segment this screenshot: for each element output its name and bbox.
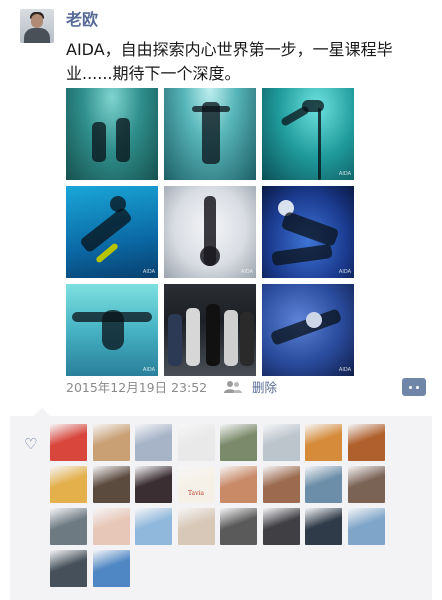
photo-watermark: AIDA xyxy=(142,367,155,373)
liker-avatar-text: Tavia xyxy=(188,490,204,497)
liker-avatar[interactable] xyxy=(50,508,87,545)
photo-watermark: AIDA xyxy=(142,269,155,275)
liker-avatar[interactable] xyxy=(92,424,130,461)
photo-9[interactable]: AIDA xyxy=(262,284,354,376)
liker-avatar[interactable] xyxy=(135,508,172,545)
liker-avatar[interactable] xyxy=(177,508,215,545)
photo-2[interactable] xyxy=(164,88,256,180)
liker-avatar[interactable] xyxy=(262,466,300,503)
comment-icon[interactable] xyxy=(402,378,426,396)
heart-icon: ♡ xyxy=(24,435,38,453)
author-name[interactable]: 老欧 xyxy=(66,10,98,30)
liker-avatar[interactable] xyxy=(50,550,87,587)
likes-caret xyxy=(34,408,50,416)
post-text: AIDA，自由探索内心世界第一步，一星课程毕业......期待下一个深度。 xyxy=(66,40,393,83)
liker-avatar[interactable] xyxy=(177,424,215,461)
photo-4[interactable]: AIDA xyxy=(66,186,158,278)
author-avatar[interactable] xyxy=(20,9,54,43)
photo-watermark: AIDA xyxy=(338,269,351,275)
liker-avatar[interactable] xyxy=(305,508,342,545)
liker-avatar[interactable] xyxy=(50,466,87,503)
liker-avatar[interactable] xyxy=(50,424,87,461)
liker-avatar[interactable] xyxy=(262,508,300,545)
liker-avatar[interactable] xyxy=(220,508,257,545)
photo-7[interactable]: AIDA xyxy=(66,284,158,376)
photo-watermark: AIDA xyxy=(240,269,253,275)
liker-avatar[interactable] xyxy=(305,424,342,461)
photo-5[interactable]: AIDA xyxy=(164,186,256,278)
photo-watermark: AIDA xyxy=(338,171,351,177)
photo-watermark: AIDA xyxy=(338,367,351,373)
photo-8[interactable] xyxy=(164,284,256,376)
photo-6[interactable]: AIDA xyxy=(262,186,354,278)
liker-avatar[interactable]: Tavia xyxy=(177,466,215,503)
liker-avatar[interactable] xyxy=(220,466,257,503)
photo-grid: AIDA AIDA AIDA AIDA AIDA AIDA xyxy=(66,88,354,376)
liker-avatar[interactable] xyxy=(135,424,172,461)
liker-avatar[interactable] xyxy=(220,424,257,461)
post-timestamp: 2015年12月19日 23:52 xyxy=(66,380,208,395)
liker-avatar[interactable] xyxy=(305,466,342,503)
liker-avatar[interactable] xyxy=(347,424,385,461)
people-icon[interactable] xyxy=(224,380,242,394)
liker-avatar[interactable] xyxy=(92,508,130,545)
liker-avatar[interactable] xyxy=(347,508,385,545)
liker-avatar[interactable] xyxy=(92,466,130,503)
photo-3[interactable]: AIDA xyxy=(262,88,354,180)
liker-avatar[interactable] xyxy=(347,466,385,503)
liker-avatar[interactable] xyxy=(262,424,300,461)
delete-button[interactable]: 删除 xyxy=(252,380,277,396)
photo-1[interactable] xyxy=(66,88,158,180)
liker-avatar[interactable] xyxy=(135,466,172,503)
liker-avatar[interactable] xyxy=(92,550,130,587)
